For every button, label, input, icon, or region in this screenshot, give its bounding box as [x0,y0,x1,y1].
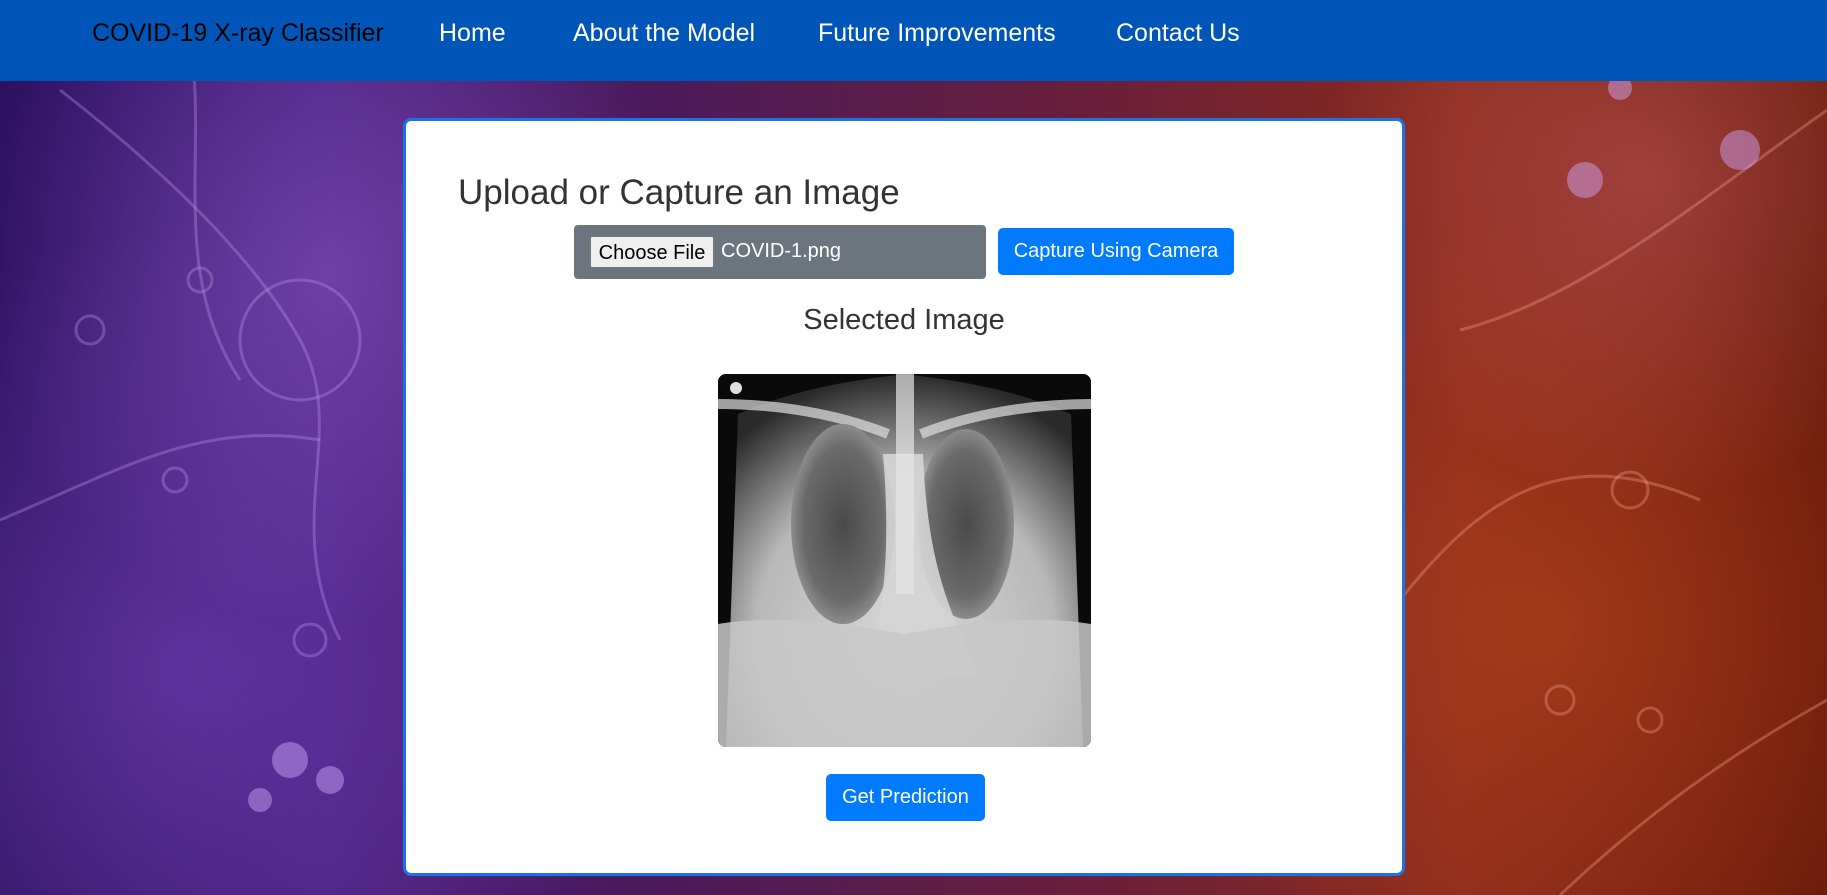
brand-title[interactable]: COVID-19 X-ray Classifier [92,19,384,48]
upload-card: Upload or Capture an Image Choose File C… [403,118,1405,876]
file-input[interactable]: Choose File COVID-1.png [574,225,986,279]
nav-item-contact-us[interactable]: Contact Us [1116,19,1240,48]
nav-item-future-improvements[interactable]: Future Improvements [818,19,1056,48]
choose-file-button[interactable]: Choose File [590,236,714,268]
card-title: Upload or Capture an Image [458,173,900,212]
top-navbar: COVID-19 X-ray Classifier Home About the… [0,0,1827,81]
nav-item-about-the-model[interactable]: About the Model [573,19,755,48]
get-prediction-button[interactable]: Get Prediction [826,774,985,821]
selected-image-heading: Selected Image [803,304,1005,336]
selected-file-name: COVID-1.png [721,240,842,262]
xray-preview-image [718,374,1091,747]
capture-camera-button[interactable]: Capture Using Camera [998,228,1234,275]
nav-item-home[interactable]: Home [439,19,506,48]
